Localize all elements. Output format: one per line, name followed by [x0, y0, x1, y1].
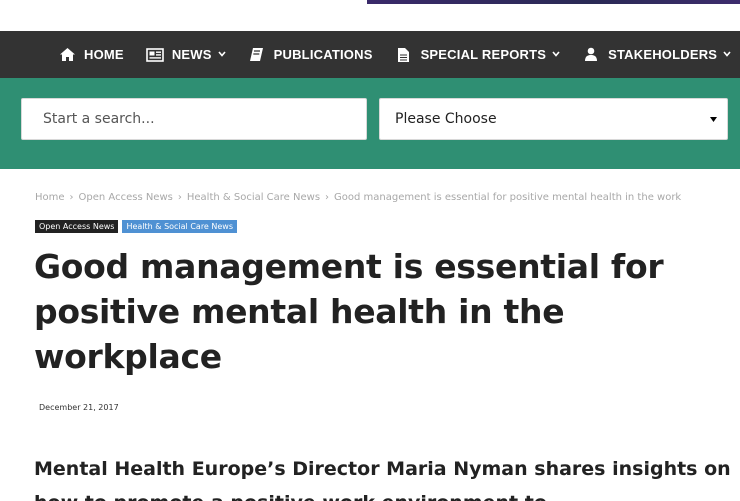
search-bar: Please Choose — [0, 78, 740, 169]
nav-news-label: NEWS — [171, 47, 212, 62]
home-icon — [58, 47, 76, 63]
article-title: Good management is essential for positiv… — [34, 247, 664, 376]
main-navigation: HOME NEWS PUBLICATIONS SPECIAL REPORTS S… — [0, 31, 740, 78]
book-icon — [248, 47, 266, 63]
breadcrumb-open-access-news[interactable]: Open Access News — [79, 192, 173, 203]
document-icon — [395, 47, 413, 63]
newspaper-icon — [146, 47, 164, 63]
top-banner — [0, 0, 740, 31]
chevron-down-icon — [552, 49, 560, 59]
user-icon — [582, 47, 600, 63]
article-date: December 21, 2017 — [39, 403, 119, 412]
nav-publications[interactable]: PUBLICATIONS — [248, 47, 373, 63]
tag-health-social-care[interactable]: Health & Social Care News — [122, 220, 238, 233]
category-select[interactable]: Please Choose — [379, 98, 728, 140]
category-tags: Open Access News Health & Social Care Ne… — [35, 220, 238, 233]
banner-advert[interactable] — [367, 0, 740, 4]
nav-news[interactable]: NEWS — [146, 47, 226, 63]
tag-open-access-news[interactable]: Open Access News — [35, 220, 119, 233]
breadcrumb-separator: › — [69, 192, 74, 203]
nav-home-label: HOME — [84, 47, 124, 62]
nav-special-reports[interactable]: SPECIAL REPORTS — [395, 47, 561, 63]
nav-stakeholders-label: STAKEHOLDERS — [608, 47, 718, 62]
breadcrumb-separator: › — [177, 192, 182, 203]
nav-home[interactable]: HOME — [58, 47, 124, 63]
breadcrumb-current: Good management is essential for positiv… — [334, 192, 682, 203]
nav-special-reports-label: SPECIAL REPORTS — [420, 47, 547, 62]
breadcrumb-health-social-care[interactable]: Health & Social Care News — [187, 192, 320, 203]
breadcrumb: Home › Open Access News › Health & Social Ca… — [35, 192, 681, 203]
chevron-down-icon — [723, 49, 731, 59]
article-lead: Mental Health Europe’s Director Maria Ny… — [34, 458, 731, 501]
caret-down-icon — [710, 115, 717, 124]
breadcrumb-separator: › — [325, 192, 330, 203]
nav-stakeholders[interactable]: STAKEHOLDERS — [582, 47, 731, 63]
nav-publications-label: PUBLICATIONS — [273, 47, 373, 62]
chevron-down-icon — [218, 49, 226, 59]
category-select-value: Please Choose — [395, 111, 497, 127]
breadcrumb-home[interactable]: Home — [35, 192, 65, 203]
search-input[interactable] — [21, 98, 367, 140]
